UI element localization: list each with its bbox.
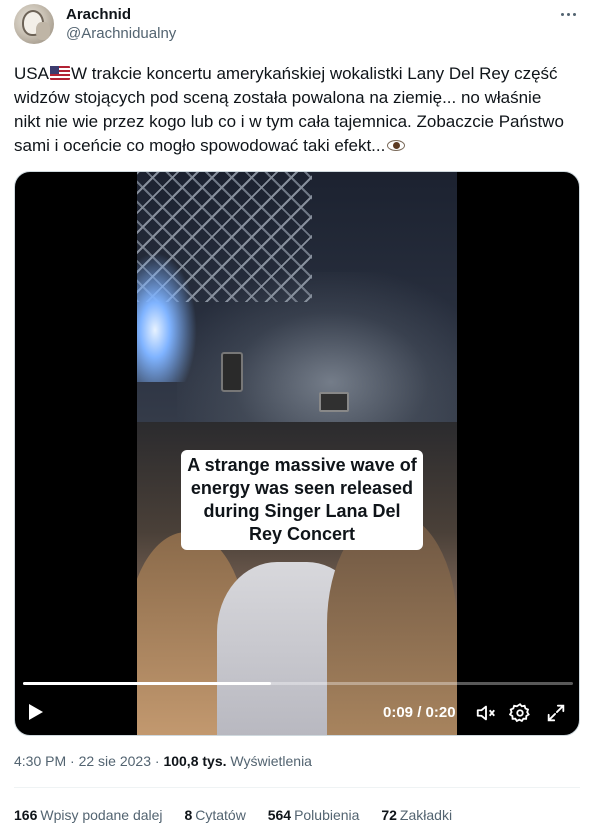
tweet-meta: 4:30 PM · 22 sie 2023 · 100,8 tys. Wyświ… (14, 753, 312, 769)
stat-count: 72 (381, 807, 397, 823)
tweet-time[interactable]: 4:30 PM (14, 753, 66, 769)
stat-reposts[interactable]: 166 Wpisy podane dalej (14, 807, 163, 823)
tweet-date[interactable]: 22 sie 2023 (79, 753, 151, 769)
author-handle[interactable]: @Arachnidualny (66, 25, 176, 42)
stat-bookmarks[interactable]: 72 Zakładki (381, 807, 452, 823)
video-progress-fill (23, 682, 271, 685)
stat-count: 564 (267, 807, 292, 823)
us-flag-icon (49, 66, 70, 80)
meta-separator: · (151, 753, 164, 769)
author-name[interactable]: Arachnid (66, 6, 131, 23)
tweet-stats: 166 Wpisy podane dalej 8 Cytatów 564 Polubi… (14, 807, 470, 823)
views-count: 100,8 tys. (163, 753, 227, 769)
stat-label: Cytatów (195, 807, 246, 823)
tweet-text-line4: sami i oceńcie co mogło spowodować taki … (14, 136, 386, 155)
video-player[interactable]: A strange massive wave of energy was see… (14, 171, 580, 736)
stat-label: Wpisy podane dalej (40, 807, 163, 823)
muted-speaker-icon[interactable] (475, 702, 497, 724)
tweet-text-line3: nikt nie wie przez kogo lub co i w tym c… (14, 112, 564, 131)
stat-likes[interactable]: 564 Polubienia (268, 807, 360, 823)
fullscreen-icon[interactable] (545, 702, 567, 724)
video-caption: A strange massive wave of energy was see… (181, 450, 423, 550)
stat-count: 166 (14, 807, 38, 823)
gear-icon[interactable] (509, 702, 531, 724)
video-progress-bar[interactable] (23, 682, 573, 685)
stat-label: Zakładki (399, 807, 453, 823)
stat-quotes[interactable]: 8 Cytatów (184, 807, 245, 823)
avatar[interactable] (14, 4, 54, 44)
views-label: Wyświetlenia (230, 753, 312, 769)
stat-label: Polubienia (294, 807, 360, 823)
video-time: 0:09 / 0:20 (383, 704, 456, 721)
stat-count: 8 (184, 807, 193, 823)
divider (14, 787, 580, 788)
tweet-text-line2: widzów stojących pod sceną została powal… (14, 88, 542, 107)
more-dots-icon[interactable] (557, 4, 579, 24)
tweet-text: USA W trakcie koncertu amerykańskiej woka… (14, 62, 574, 158)
play-icon[interactable] (29, 704, 43, 720)
tweet-text-line1: W trakcie koncertu amerykańskiej wokalis… (70, 64, 558, 83)
eye-emoji-icon (387, 140, 406, 151)
tweet-text-line1-prefix: USA (14, 64, 49, 83)
meta-separator: · (66, 753, 79, 769)
